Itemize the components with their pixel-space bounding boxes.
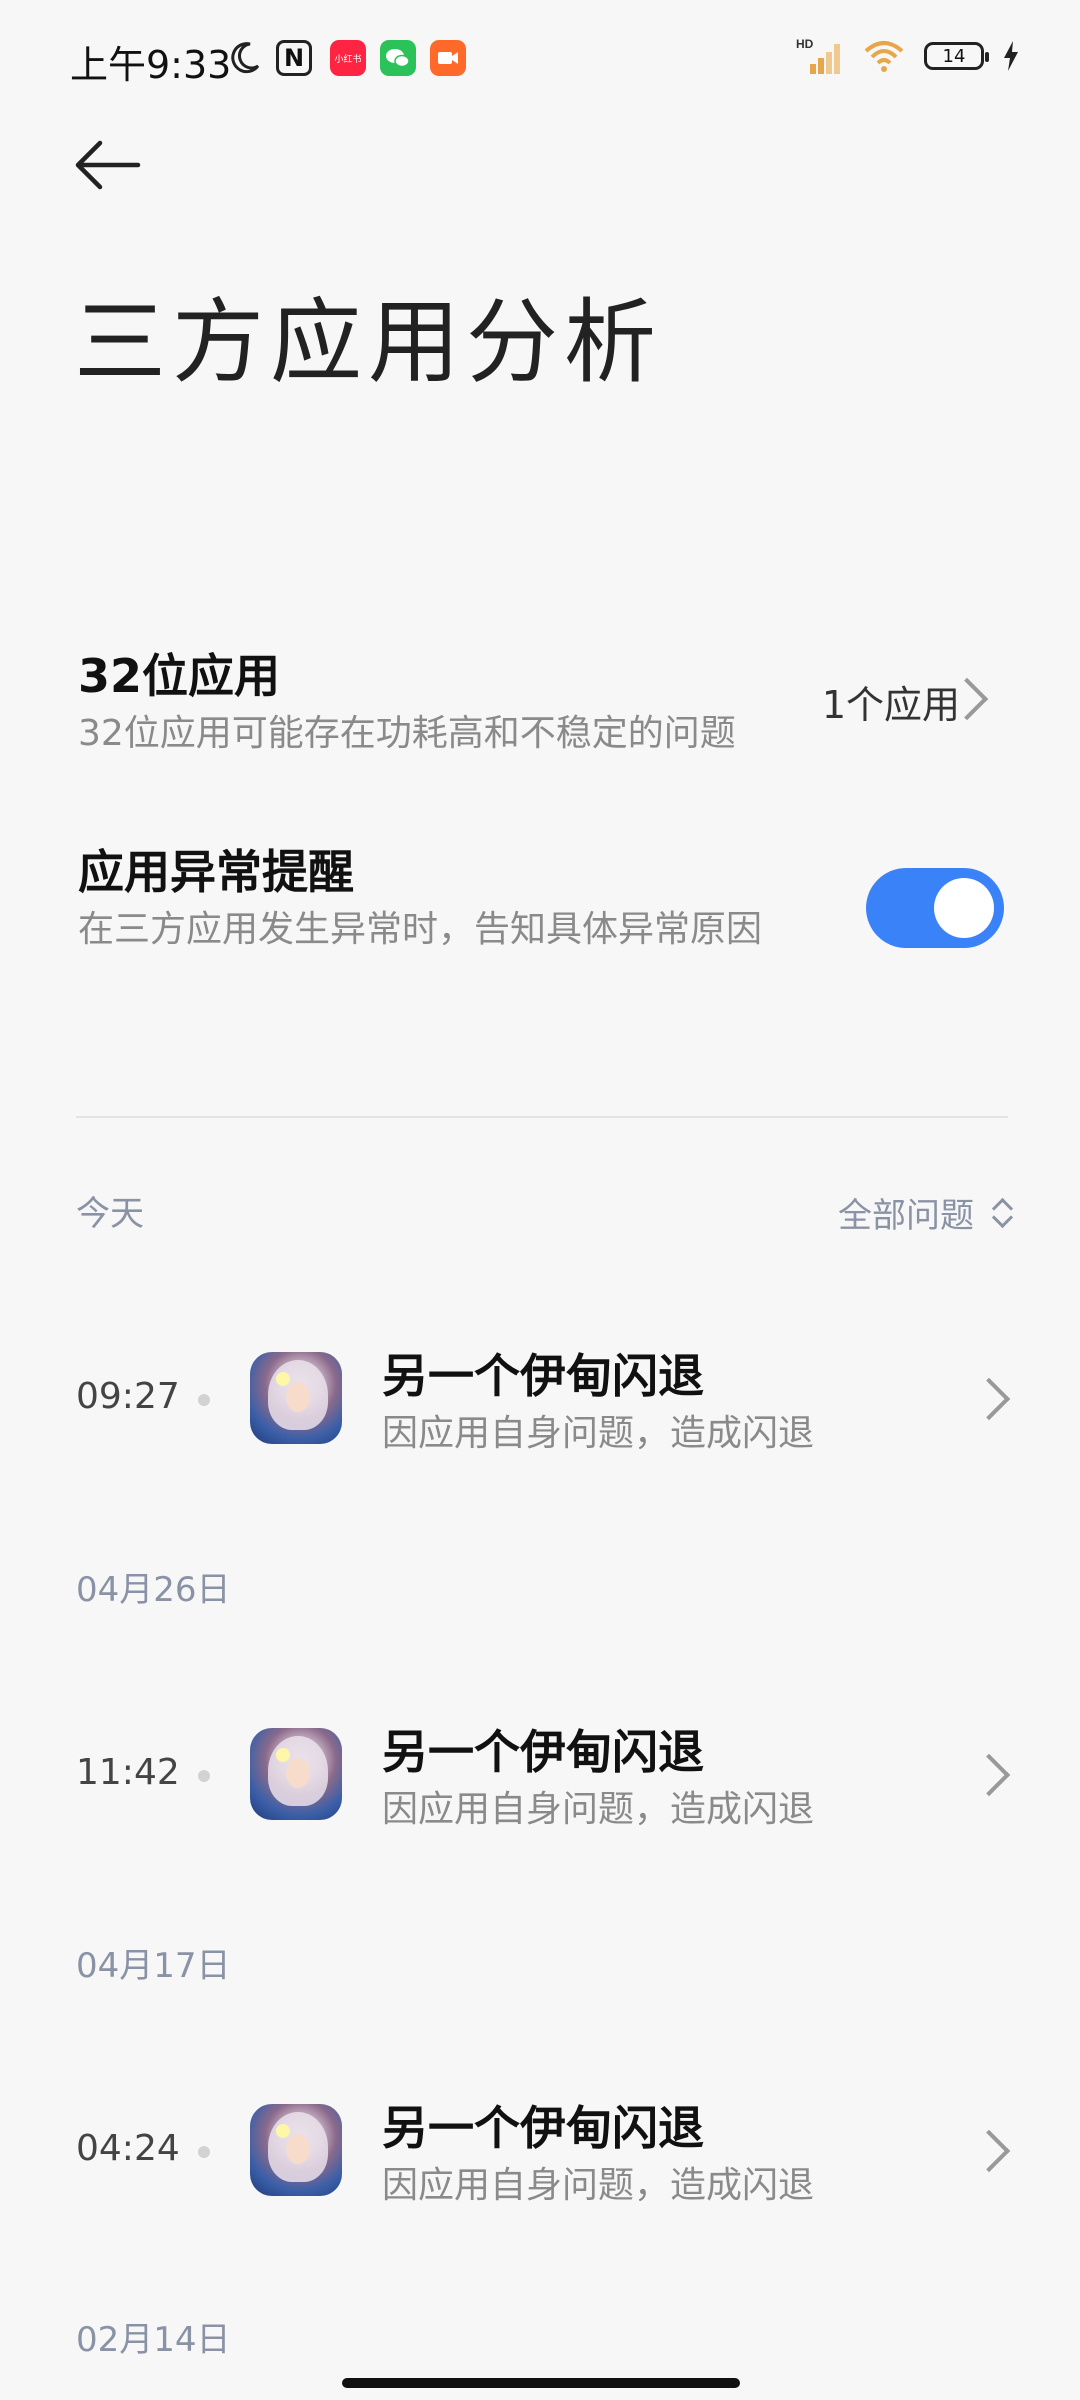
chevron-right-icon [967,1753,1011,1797]
list-item[interactable]: 11:42 另一个伊甸闪退 因应用自身问题，造成闪退 [0,1716,1080,1836]
updown-icon [992,1195,1012,1231]
crash-reason: 因应用自身问题，造成闪退 [382,1789,815,1830]
alert-subtitle: 在三方应用发生异常时，告知具体异常原因 [78,909,763,950]
filter-label: 全部问题 [838,1196,974,1236]
app-icon [250,1352,342,1444]
issue-filter-dropdown[interactable]: 全部问题 [838,1188,1012,1237]
crash-title: 另一个伊甸闪退 [382,1725,704,1779]
timeline-dot [198,1770,210,1782]
crash-time: 11:42 [76,1752,180,1793]
date-header: 04月26日 [76,1570,231,1610]
app-icon [250,1728,342,1820]
chevron-right-icon [967,1377,1011,1421]
list-item[interactable]: 09:27 另一个伊甸闪退 因应用自身问题，造成闪退 [0,1340,1080,1460]
network-type: HD [796,37,814,51]
status-time: 上午9:33 [70,43,232,87]
moon-icon [231,42,260,74]
signal-icon: HD [796,37,840,74]
battery-icon: 14 [924,42,989,70]
list-item[interactable]: 04:24 另一个伊甸闪退 因应用自身问题，造成闪退 [0,2092,1080,2212]
app32-setting[interactable]: 32位应用 32位应用可能存在功耗高和不稳定的问题 1个应用 [0,640,1080,770]
app32-title: 32位应用 [78,649,281,703]
nfc-icon: N [276,40,312,76]
crash-title: 另一个伊甸闪退 [382,1349,704,1403]
crash-title: 另一个伊甸闪退 [382,2101,704,2155]
wechat-icon [380,40,416,76]
back-button[interactable] [72,135,152,195]
arrow-left-icon [75,140,141,190]
battery-level: 14 [942,45,966,67]
timeline-dot [198,1394,210,1406]
date-header: 02月14日 [76,2320,231,2360]
date-header: 04月17日 [76,1946,231,1986]
toggle-knob [934,878,994,938]
video-icon [430,40,466,76]
crash-reason: 因应用自身问题，造成闪退 [382,1413,815,1454]
status-bar: 上午9:33 N 小红书 HD 14 [0,0,1080,120]
wifi-icon [864,41,904,72]
status-right: HD 14 [796,36,1020,76]
xiaohongshu-label: 小红书 [334,54,362,65]
crash-reason: 因应用自身问题，造成闪退 [382,2165,815,2206]
crash-time: 09:27 [76,1376,180,1417]
app32-subtitle: 32位应用可能存在功耗高和不稳定的问题 [78,713,736,754]
alert-title: 应用异常提醒 [78,845,354,899]
home-indicator[interactable] [342,2378,740,2388]
charging-icon [1004,41,1018,71]
page-title: 三方应用分析 [74,289,663,396]
app32-count: 1个应用 [821,683,960,727]
crash-time: 04:24 [76,2128,180,2169]
xiaohongshu-icon: 小红书 [330,40,366,76]
app-icon [250,2104,342,2196]
timeline-dot [198,2146,210,2158]
divider [76,1116,1008,1118]
date-header: 今天 [76,1194,144,1234]
abnormal-alert-toggle[interactable] [866,868,1004,948]
chevron-right-icon [967,2129,1011,2173]
